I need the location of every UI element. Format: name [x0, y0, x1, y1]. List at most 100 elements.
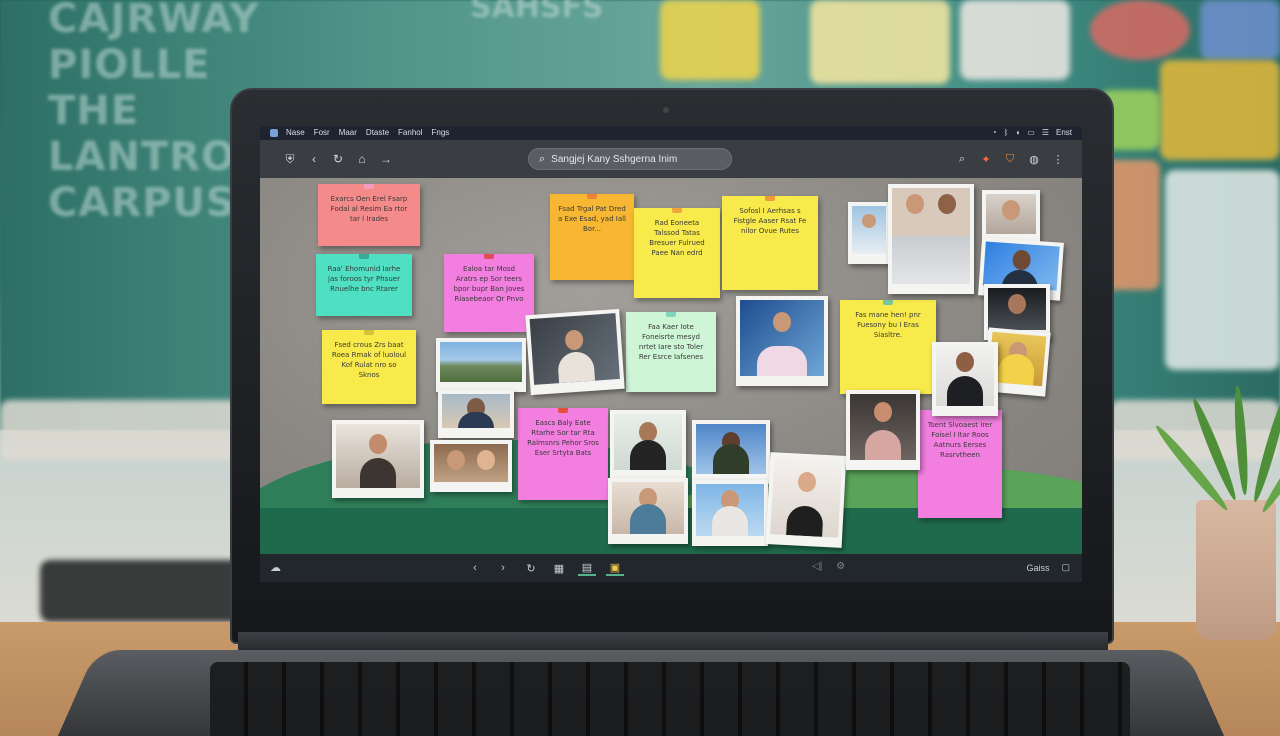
- pushpin-icon: [672, 208, 682, 213]
- sticky-note[interactable]: Exarcs Oen Erel Fsarp Fodal al Resim Ea …: [318, 184, 420, 246]
- search-bar[interactable]: ⌕: [528, 148, 732, 170]
- pushpin-icon: [765, 196, 775, 201]
- settings-icon[interactable]: ⚙: [836, 561, 845, 572]
- sticky-note[interactable]: Raa' Ehomunid Iarhe jas foroos tyr Phsue…: [316, 254, 412, 316]
- photo-icon[interactable]: ▣: [606, 561, 624, 576]
- person-body: [630, 440, 666, 470]
- note-text: Exarcs Oen Erel Fsarp Fodal al Resim Ea …: [330, 195, 408, 223]
- menu-item[interactable]: Nase: [286, 126, 305, 140]
- photo-card[interactable]: [846, 390, 920, 470]
- back-icon[interactable]: ‹: [302, 152, 326, 166]
- photo-card[interactable]: [436, 338, 526, 392]
- sticky-note[interactable]: Eascs Baly Eate Rtarhe Sor tar Rta Ralms…: [518, 408, 608, 500]
- home-icon[interactable]: ⌂: [350, 152, 374, 166]
- cloud-icon[interactable]: ☁: [270, 561, 281, 574]
- portrait-photo: [936, 346, 994, 406]
- menu-item[interactable]: Fosr: [314, 126, 330, 140]
- refresh-icon[interactable]: ↻: [522, 562, 540, 575]
- photo-card[interactable]: [332, 420, 424, 498]
- menu-item[interactable]: Fngs: [432, 126, 450, 140]
- taskbar-media: ◁| ⚙: [812, 561, 845, 572]
- shield-icon[interactable]: ⛨: [278, 152, 302, 167]
- prev-icon[interactable]: ‹: [466, 562, 484, 574]
- photo-card[interactable]: [982, 190, 1040, 244]
- person-face: [639, 422, 657, 442]
- portrait-photo: [529, 313, 620, 385]
- person-face: [797, 471, 817, 493]
- wall-badge-red: [1090, 0, 1190, 60]
- landscape-photo: [440, 342, 522, 382]
- more-icon[interactable]: ⋮: [1050, 153, 1066, 166]
- person-face: [862, 214, 876, 228]
- wall-sticky-pale: [810, 0, 950, 84]
- audio-icon[interactable]: ◁|: [812, 561, 822, 572]
- menu-item[interactable]: Maar: [339, 126, 357, 140]
- search-icon: ⌕: [539, 152, 546, 165]
- sticky-note[interactable]: Fas mane hen! pnr Fuesony bu I Eras Sias…: [840, 300, 936, 394]
- photo-card[interactable]: [438, 390, 514, 438]
- photo-card[interactable]: [610, 410, 686, 480]
- search-input[interactable]: [551, 153, 712, 165]
- person-face: [1002, 200, 1020, 220]
- board-icon[interactable]: ▤: [578, 561, 596, 576]
- note-text: Raa' Ehomunid Iarhe jas foroos tyr Phsue…: [327, 265, 401, 293]
- notification-icon[interactable]: ✦: [978, 153, 994, 166]
- taskbar-status: Gaiss ▢: [1026, 562, 1070, 573]
- wall-sticky-yellow: [660, 0, 760, 80]
- photo-card[interactable]: [932, 342, 998, 416]
- photo-card[interactable]: [525, 308, 625, 396]
- grid-icon[interactable]: ▦: [550, 562, 568, 575]
- forward-icon[interactable]: →: [374, 152, 398, 166]
- tray-label: Enst: [1055, 128, 1072, 137]
- group-photo: [434, 444, 508, 482]
- person-body: [947, 376, 983, 406]
- sticky-note[interactable]: Ealoa tar Mosd Aratrs ep Sor teers bpor …: [444, 254, 534, 332]
- sticky-note[interactable]: Sofosl I Aerhsas s Fistgle Aaser Rsat Fe…: [722, 196, 818, 290]
- portrait-photo: [852, 206, 886, 254]
- photo-card[interactable]: [608, 478, 688, 544]
- person-body: [712, 506, 748, 536]
- wall-sticky-gold: [1160, 60, 1280, 160]
- person-face: [937, 194, 956, 214]
- portrait-photo: [696, 484, 764, 536]
- bluetooth-icon[interactable]: ᛒ: [1004, 126, 1009, 140]
- photo-card[interactable]: [430, 440, 512, 492]
- photo-card[interactable]: [736, 296, 828, 386]
- wifi-icon[interactable]: ◔: [992, 126, 997, 140]
- reload-icon[interactable]: ↻: [326, 152, 350, 166]
- search-icon[interactable]: ⌕: [954, 153, 970, 166]
- window-icon[interactable]: ▢: [1061, 562, 1070, 573]
- photo-card[interactable]: [692, 480, 768, 546]
- note-text: Fas mane hen! pnr Fuesony bu I Eras Sias…: [855, 311, 921, 339]
- pushpin-icon: [364, 184, 374, 189]
- shield-icon[interactable]: ⛉: [1002, 153, 1018, 166]
- palette-icon[interactable]: ◍: [1026, 153, 1042, 166]
- menu-item[interactable]: Fanhol: [398, 126, 422, 140]
- os-menubar: Nase Fosr Maar Dtaste Fanhol Fngs ◔ ᛒ ◖ …: [260, 126, 1082, 140]
- control-center-icon[interactable]: ☰: [1042, 126, 1049, 140]
- pushpin-icon: [666, 312, 676, 317]
- sticky-note[interactable]: Rad Eoneeta Talssod Tatas Bresuer Fulrue…: [634, 208, 720, 298]
- menu-item[interactable]: Dtaste: [366, 126, 389, 140]
- photo-card[interactable]: [692, 420, 770, 484]
- photo-card[interactable]: [848, 202, 890, 264]
- person-face: [476, 450, 495, 470]
- apple-logo-icon[interactable]: [270, 129, 278, 137]
- photo-card[interactable]: [888, 184, 974, 294]
- battery-icon[interactable]: ▭: [1027, 126, 1035, 140]
- photo-card[interactable]: [765, 452, 847, 548]
- note-text: Rad Eoneeta Talssod Tatas Bresuer Fulrue…: [649, 219, 705, 257]
- sticky-note[interactable]: Tsent Slvoaest Irer Foisel I Itar Roos A…: [918, 410, 1002, 518]
- plant-pot: [1196, 500, 1276, 640]
- sticky-note[interactable]: Faa Kaer Iote Foneisrte mesyd nrtet Iare…: [626, 312, 716, 392]
- laptop-screen: Nase Fosr Maar Dtaste Fanhol Fngs ◔ ᛒ ◖ …: [260, 126, 1082, 582]
- next-icon[interactable]: ›: [494, 562, 512, 574]
- volume-icon[interactable]: ◖: [1015, 126, 1020, 140]
- note-text: Fsad Trgal Pat Dred a Exe Esad, yad Iall…: [558, 205, 626, 233]
- sticky-note[interactable]: Fsed crous Zrs baat Roea Rmak of luoloul…: [322, 330, 416, 404]
- person-body: [713, 444, 749, 474]
- sticky-note[interactable]: Fsad Trgal Pat Dred a Exe Esad, yad Iall…: [550, 194, 634, 280]
- collaboration-board[interactable]: Exarcs Oen Erel Fsarp Fodal al Resim Ea …: [260, 178, 1082, 554]
- portrait-photo: [336, 424, 420, 488]
- pushpin-icon: [364, 330, 374, 335]
